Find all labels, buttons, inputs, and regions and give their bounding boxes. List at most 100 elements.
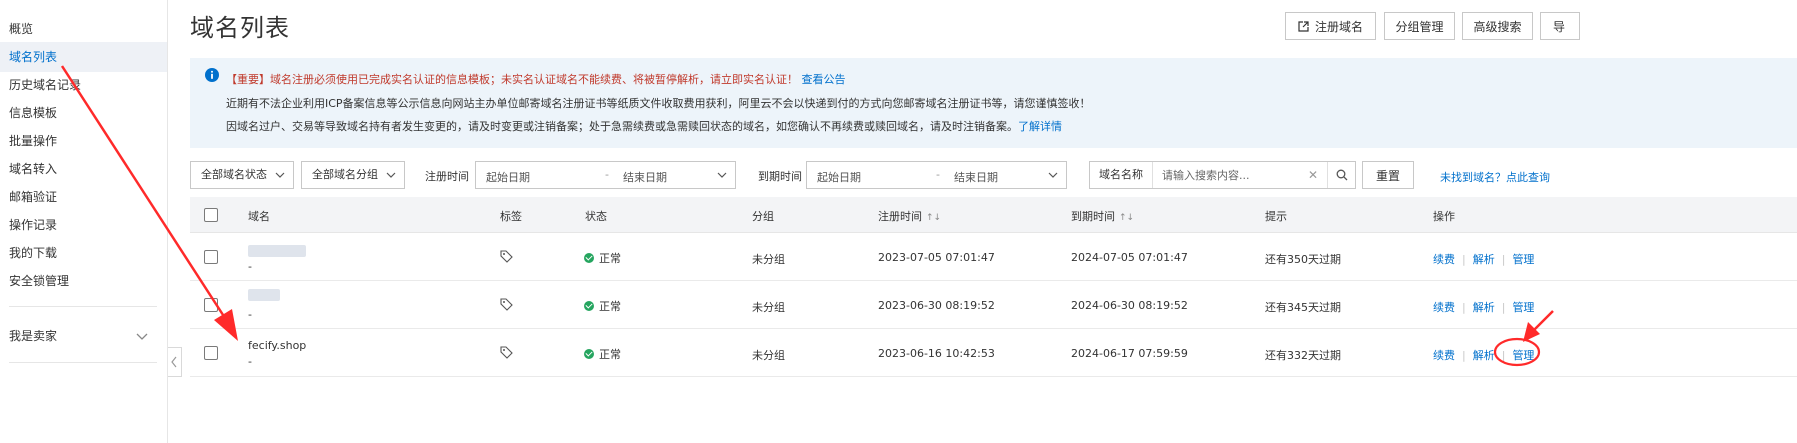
group-cell: 未分组 <box>752 301 785 314</box>
group-filter-value: 全部域名分组 <box>312 168 378 181</box>
reg-end-date[interactable]: 结束日期 <box>623 169 667 185</box>
renew-link[interactable]: 续费 <box>1433 253 1455 266</box>
sidebar-item-domain-list[interactable]: 域名列表 <box>0 42 167 72</box>
sort-icon[interactable]: ↑↓ <box>926 213 941 223</box>
exp-end-date[interactable]: 结束日期 <box>954 169 998 185</box>
check-circle-icon <box>584 301 594 311</box>
dns-link[interactable]: 解析 <box>1473 301 1495 314</box>
status-text: 正常 <box>599 300 621 313</box>
reg-start-date[interactable]: 起始日期 <box>486 169 530 185</box>
row-checkbox[interactable] <box>204 250 218 264</box>
export-button[interactable]: 导 <box>1540 12 1580 40</box>
group-manage-label: 分组管理 <box>1395 19 1444 34</box>
reg-date-range[interactable]: 起始日期 - 结束日期 <box>475 161 736 189</box>
select-all-checkbox[interactable] <box>204 208 218 222</box>
tip-cell: 还有350天过期 <box>1265 253 1341 266</box>
group-filter-select[interactable]: 全部域名分组 <box>301 161 405 189</box>
row-actions: 续费 | 解析 | 管理 <box>1433 251 1534 267</box>
status-text: 正常 <box>599 348 621 361</box>
sidebar-item-history[interactable]: 历史域名记录 <box>0 70 167 100</box>
check-circle-icon <box>584 253 594 263</box>
dns-link[interactable]: 解析 <box>1473 253 1495 266</box>
sidebar-item-transfer-in[interactable]: 域名转入 <box>0 154 167 184</box>
exp-time-cell: 2024-06-17 07:59:59 <box>1071 347 1188 360</box>
search-field-label[interactable]: 域名名称 <box>1090 162 1153 188</box>
tip-cell: 还有345天过期 <box>1265 301 1341 314</box>
register-domain-button[interactable]: 注册域名 <box>1285 12 1376 40</box>
domain-link[interactable]: fecify.shop <box>248 339 306 352</box>
search-input[interactable] <box>1162 164 1302 186</box>
sidebar-item-downloads[interactable]: 我的下载 <box>0 238 167 268</box>
sort-icon[interactable]: ↑↓ <box>1119 213 1134 223</box>
exp-date-range[interactable]: 起始日期 - 结束日期 <box>806 161 1067 189</box>
renew-link[interactable]: 续费 <box>1433 301 1455 314</box>
learn-more-link[interactable]: 了解详情 <box>1018 120 1062 133</box>
notice-line-3-text: 因域名过户、交易等导致域名持有者发生变更的，请及时变更或注销备案；处于急需续费或… <box>226 120 1018 133</box>
sidebar-item-overview[interactable]: 概览 <box>0 14 167 44</box>
sidebar-item-security-lock[interactable]: 安全锁管理 <box>0 266 167 296</box>
status-filter-value: 全部域名状态 <box>201 168 267 181</box>
sidebar-divider <box>9 306 157 307</box>
redacted-domain <box>248 289 280 301</box>
domain-list-page: 概览 域名列表 历史域名记录 信息模板 批量操作 域名转入 邮箱验证 操作记录 … <box>0 0 1797 443</box>
notice-line-3: 因域名过户、交易等导致域名持有者发生变更的，请及时变更或注销备案；处于急需续费或… <box>226 118 1062 134</box>
search-button[interactable] <box>1327 162 1355 188</box>
redacted-domain <box>248 245 306 257</box>
reg-time-cell: 2023-06-30 08:19:52 <box>878 299 995 312</box>
sidebar-collapse-handle[interactable] <box>168 347 182 377</box>
tag-icon[interactable] <box>500 250 513 263</box>
dns-link[interactable]: 解析 <box>1473 349 1495 362</box>
status-text: 正常 <box>599 252 621 265</box>
tag-icon[interactable] <box>500 298 513 311</box>
reg-time-cell: 2023-06-16 10:42:53 <box>878 347 995 360</box>
action-separator: | <box>1501 253 1506 266</box>
status-cell: 正常 <box>584 346 621 362</box>
advanced-search-label: 高级搜索 <box>1473 19 1522 34</box>
row-checkbox[interactable] <box>204 346 218 360</box>
action-separator: | <box>1462 253 1466 266</box>
view-announcement-link[interactable]: 查看公告 <box>802 73 846 86</box>
exp-time-label: 到期时间 <box>758 170 802 183</box>
status-cell: 正常 <box>584 250 621 266</box>
group-cell: 未分组 <box>752 349 785 362</box>
exp-time-cell: 2024-07-05 07:01:47 <box>1071 251 1188 264</box>
manage-link[interactable]: 管理 <box>1512 349 1534 362</box>
action-separator: | <box>1501 349 1506 362</box>
col-ops: 操作 <box>1433 210 1455 223</box>
sidebar-item-op-log[interactable]: 操作记录 <box>0 210 167 240</box>
row-actions: 续费 | 解析 | 管理 <box>1433 347 1534 363</box>
action-separator: | <box>1462 349 1466 362</box>
domain-sub: - <box>248 308 252 321</box>
notice-banner: 【重要】域名注册必须使用已完成实名认证的信息模板；未实名认证域名不能续费、将被暂… <box>190 58 1797 148</box>
clear-icon[interactable]: ✕ <box>1308 168 1318 182</box>
sidebar-item-templates[interactable]: 信息模板 <box>0 98 167 128</box>
register-domain-label: 注册域名 <box>1314 19 1363 34</box>
domain-not-found-link[interactable]: 未找到域名？点此查询 <box>1440 169 1550 185</box>
tag-icon[interactable] <box>500 346 513 359</box>
action-separator: | <box>1462 301 1466 314</box>
status-filter-select[interactable]: 全部域名状态 <box>190 161 294 189</box>
col-group: 分组 <box>752 210 774 223</box>
domain-sub: - <box>248 355 252 368</box>
sidebar-item-batch[interactable]: 批量操作 <box>0 126 167 156</box>
tip-cell: 还有332天过期 <box>1265 349 1341 362</box>
notice-line-2: 近期有不法企业利用ICP备案信息等公示信息向网站主办单位邮寄域名注册证书等纸质文… <box>226 97 1091 110</box>
renew-link[interactable]: 续费 <box>1433 349 1455 362</box>
status-cell: 正常 <box>584 298 621 314</box>
reset-button[interactable]: 重置 <box>1362 161 1414 189</box>
table-header: 域名 标签 状态 分组 注册时间 ↑↓ 到期时间 ↑↓ 提示 操作 <box>190 197 1797 233</box>
notice-important: 【重要】域名注册必须使用已完成实名认证的信息模板；未实名认证域名不能续费、将被暂… <box>226 71 846 87</box>
manage-link[interactable]: 管理 <box>1512 253 1534 266</box>
sidebar-item-email-verify[interactable]: 邮箱验证 <box>0 182 167 212</box>
advanced-search-button[interactable]: 高级搜索 <box>1462 12 1533 40</box>
row-checkbox[interactable] <box>204 298 218 312</box>
group-manage-button[interactable]: 分组管理 <box>1384 12 1455 40</box>
col-reg-time[interactable]: 注册时间 ↑↓ <box>878 208 941 224</box>
export-label: 导 <box>1553 19 1566 34</box>
exp-start-date[interactable]: 起始日期 <box>817 169 861 185</box>
group-cell: 未分组 <box>752 253 785 266</box>
manage-link[interactable]: 管理 <box>1512 301 1534 314</box>
page-title: 域名列表 <box>190 14 290 42</box>
col-exp-time[interactable]: 到期时间 ↑↓ <box>1071 208 1134 224</box>
chevron-down-icon[interactable] <box>136 331 148 341</box>
